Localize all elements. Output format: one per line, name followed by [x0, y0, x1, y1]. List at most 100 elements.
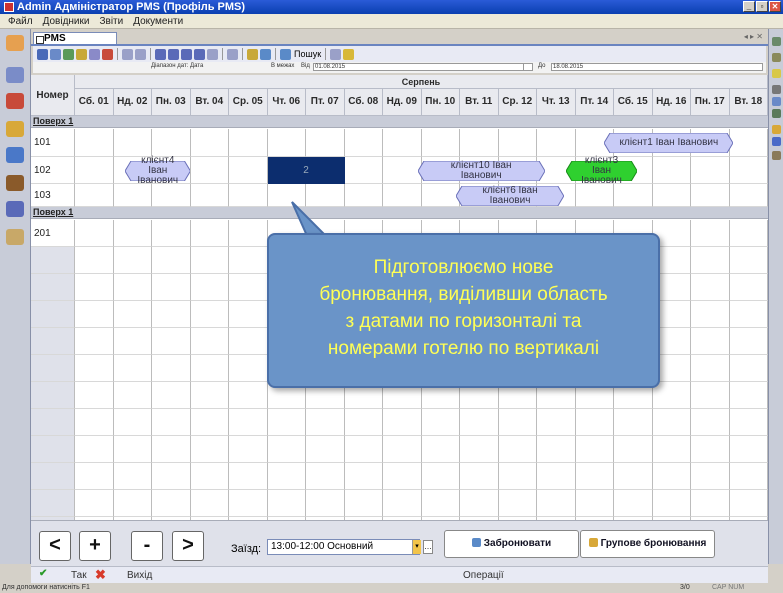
calendar-cell[interactable]	[691, 382, 730, 409]
search-label[interactable]: Пошук	[294, 49, 321, 59]
refresh-icon[interactable]	[89, 48, 100, 60]
calendar-cell[interactable]	[691, 247, 730, 274]
booking-block[interactable]: клієнт1 Іван Іванович	[604, 133, 733, 153]
calendar-cell[interactable]	[152, 247, 191, 274]
schedule-icon[interactable]	[6, 147, 24, 163]
calendar-cell[interactable]	[229, 274, 268, 301]
prev-period-button[interactable]: <	[39, 531, 71, 561]
calendar-cell[interactable]	[75, 157, 114, 184]
day-column-header[interactable]: Сб. 15	[614, 89, 653, 116]
calendar-cell[interactable]	[729, 301, 768, 328]
day-column-header[interactable]: Нд. 09	[383, 89, 422, 116]
menu-reports[interactable]: Звіти	[99, 16, 123, 27]
calendar-cell[interactable]	[75, 436, 114, 463]
day-column-header[interactable]: Сб. 01	[75, 89, 114, 116]
calendar-cell[interactable]	[229, 328, 268, 355]
operations-menu[interactable]: Операції	[463, 570, 504, 581]
calendar-cell[interactable]	[75, 328, 114, 355]
calendar-cell[interactable]	[229, 490, 268, 517]
calendar-cell[interactable]	[75, 129, 114, 157]
day-column-header[interactable]: Пн. 10	[421, 89, 460, 116]
calendar-cell[interactable]	[652, 490, 691, 517]
calendar-cell[interactable]	[267, 436, 306, 463]
calendar-cell[interactable]	[652, 382, 691, 409]
calendar-cell[interactable]	[652, 409, 691, 436]
print-icon[interactable]	[207, 48, 218, 60]
settings-icon[interactable]	[772, 151, 781, 160]
export-icon[interactable]	[330, 48, 342, 60]
calendar-cell[interactable]	[691, 301, 730, 328]
calendar-cell[interactable]	[113, 274, 152, 301]
delete-icon[interactable]	[102, 48, 113, 60]
room-label[interactable]: 201	[31, 220, 75, 247]
calendar-cell[interactable]	[421, 436, 460, 463]
calendar-cell[interactable]	[75, 301, 114, 328]
calendar-cell[interactable]	[652, 157, 691, 184]
calendar-cell[interactable]	[460, 129, 499, 157]
checkin-more-button[interactable]: …	[423, 540, 433, 554]
paste-icon[interactable]	[772, 109, 781, 118]
calendar-cell[interactable]	[190, 274, 229, 301]
calendar-cell[interactable]	[691, 355, 730, 382]
calendar-cell[interactable]	[190, 301, 229, 328]
calendar-cell[interactable]	[152, 382, 191, 409]
calendar-cell[interactable]	[152, 490, 191, 517]
calendar-cell[interactable]	[75, 274, 114, 301]
calendar-cell[interactable]	[729, 247, 768, 274]
calendar-cell[interactable]	[729, 184, 768, 207]
first-icon[interactable]	[155, 48, 166, 60]
copy-icon[interactable]	[50, 48, 61, 60]
calendar-cell[interactable]	[575, 490, 614, 517]
from-date-input[interactable]: 01.08.2015	[313, 63, 533, 71]
calendar-cell[interactable]	[152, 301, 191, 328]
calendar-cell[interactable]	[729, 382, 768, 409]
next-icon[interactable]	[181, 48, 192, 60]
copy-icon[interactable]	[772, 97, 781, 106]
folder-icon[interactable]	[772, 69, 781, 78]
calendar-cell[interactable]	[267, 129, 306, 157]
calendar-cell[interactable]	[190, 129, 229, 157]
calendar-cell[interactable]	[306, 490, 345, 517]
calendar-cell[interactable]	[729, 463, 768, 490]
calendar-cell[interactable]	[75, 409, 114, 436]
calendar-cell[interactable]	[460, 490, 499, 517]
booking-block[interactable]: клієнт4 Іван Іванович	[125, 155, 190, 185]
calendar-cell[interactable]	[113, 220, 152, 247]
filter-clear-icon[interactable]	[260, 48, 271, 60]
room-label[interactable]: 102	[31, 157, 75, 184]
calendar-cell[interactable]	[729, 157, 768, 184]
grid-icon[interactable]	[135, 48, 146, 60]
day-column-header[interactable]: Вт. 18	[729, 89, 768, 116]
calendar-cell[interactable]	[729, 436, 768, 463]
calendar-icon[interactable]	[6, 35, 24, 51]
new-icon[interactable]	[63, 48, 74, 60]
calendar-cell[interactable]	[498, 490, 537, 517]
from-date-dropdown[interactable]	[523, 63, 533, 71]
calendar-cell[interactable]	[498, 129, 537, 157]
door-icon[interactable]	[6, 175, 24, 191]
calendar-cell[interactable]	[575, 409, 614, 436]
calendar-cell[interactable]	[229, 184, 268, 207]
calendar-cell[interactable]	[344, 436, 383, 463]
search-icon[interactable]	[280, 48, 291, 60]
calendar-cell[interactable]	[190, 409, 229, 436]
calendar-cell[interactable]	[190, 436, 229, 463]
menu-documents[interactable]: Документи	[133, 16, 183, 27]
calendar-cell[interactable]	[152, 328, 191, 355]
calendar-cell[interactable]	[383, 463, 422, 490]
calendar-cell[interactable]	[113, 328, 152, 355]
cut-icon[interactable]	[772, 85, 781, 94]
calendar-cell[interactable]	[421, 463, 460, 490]
calendar-cell[interactable]	[383, 129, 422, 157]
day-column-header[interactable]: Пн. 17	[691, 89, 730, 116]
calendar-cell[interactable]	[306, 129, 345, 157]
menu-directories[interactable]: Довідники	[43, 16, 90, 27]
calendar-cell[interactable]	[229, 382, 268, 409]
day-column-header[interactable]: Вт. 04	[190, 89, 229, 116]
calendar-cell[interactable]	[537, 463, 576, 490]
calendar-cell[interactable]	[652, 184, 691, 207]
calendar-cell[interactable]	[113, 436, 152, 463]
calendar-cell[interactable]	[190, 355, 229, 382]
calendar-cell[interactable]	[190, 184, 229, 207]
calendar-cell[interactable]	[190, 328, 229, 355]
